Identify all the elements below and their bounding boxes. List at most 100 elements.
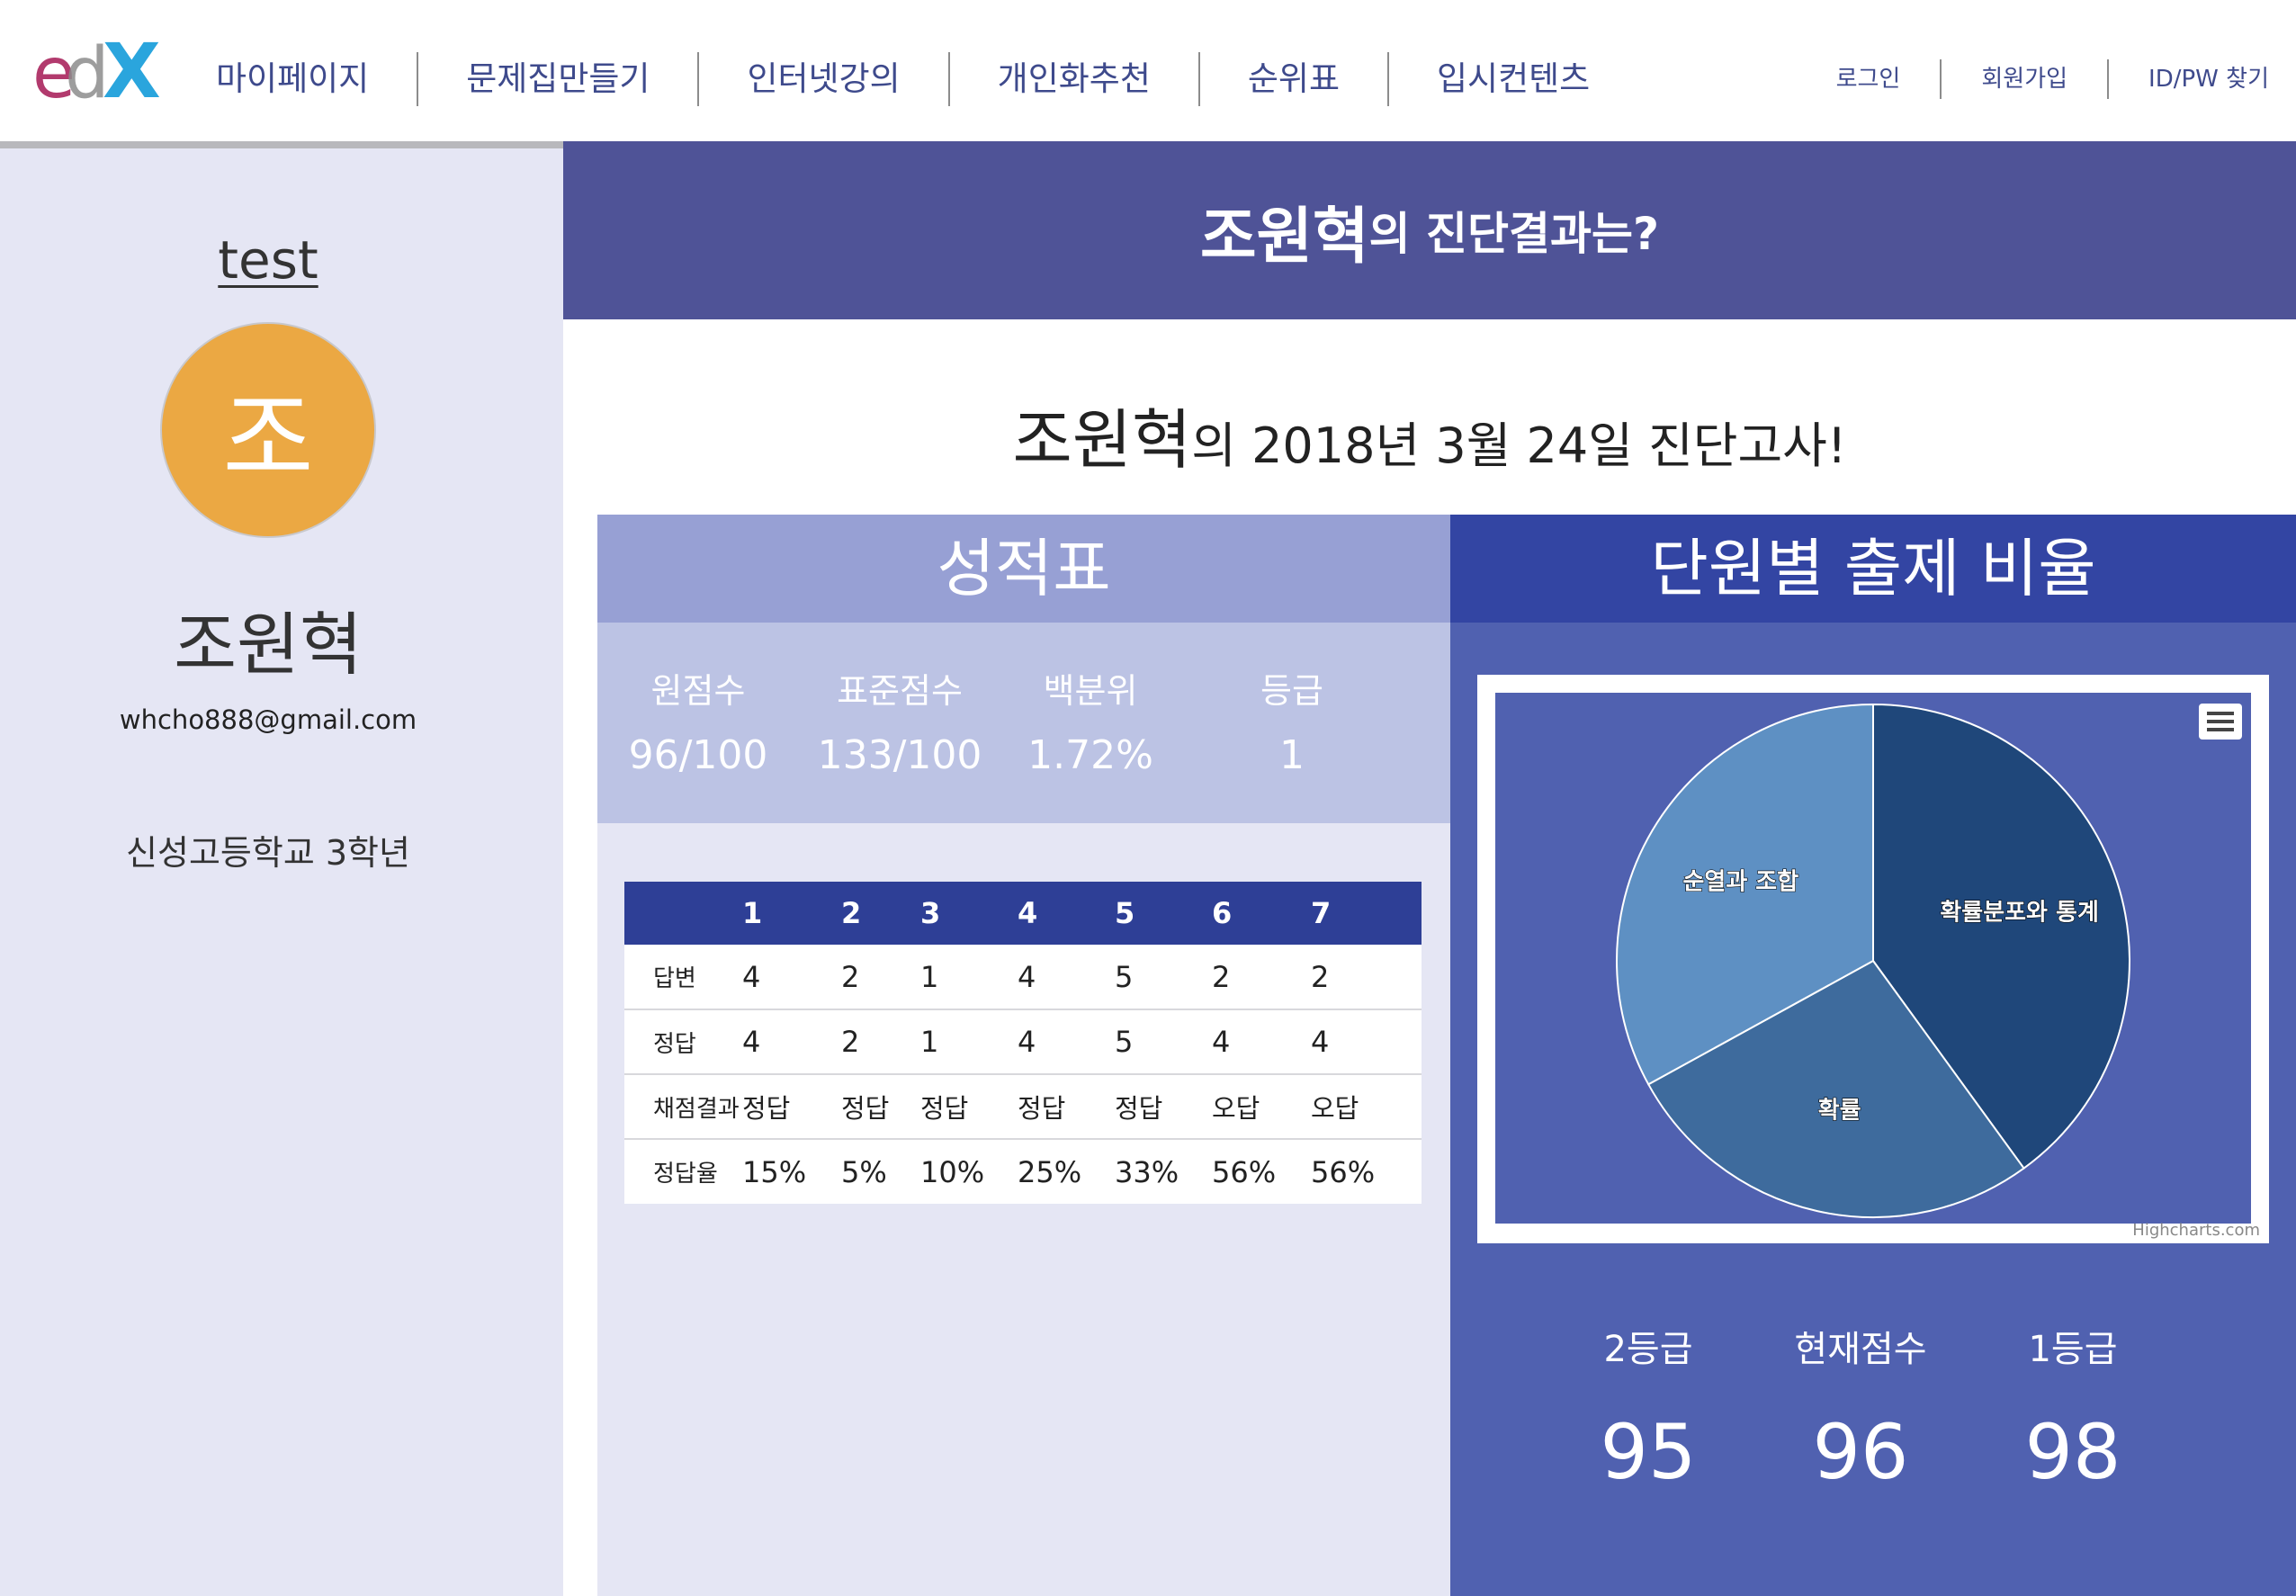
nav-item-ranking[interactable]: 순위표 xyxy=(1200,52,1389,106)
grade-1-cutoff: 1등급 98 xyxy=(1965,1320,2181,1496)
table-cell: 정답 xyxy=(1114,1074,1211,1140)
content-gutter xyxy=(563,319,597,1596)
table-cell: 2 xyxy=(840,945,919,1010)
main-nav: 마이페이지 문제집만들기 인터넷강의 개인화추천 순위표 입시컨텐츠 xyxy=(187,43,1637,115)
table-header-cell: 6 xyxy=(1211,882,1310,945)
table-header-cell: 7 xyxy=(1310,882,1422,945)
row-label: 답변 xyxy=(624,945,741,1010)
nav-item-make-problem-set[interactable]: 문제집만들기 xyxy=(418,52,700,106)
banner-student-name: 조원혁 xyxy=(1199,201,1369,273)
answer-table: 1 2 3 4 5 6 7 답변 4 2 1 4 5 2 2 정답 4 2 1 … xyxy=(624,882,1422,1204)
row-label: 채점결과 xyxy=(624,1074,741,1140)
table-header-cell: 5 xyxy=(1114,882,1211,945)
result-banner: 조원혁 의 진단결과는? xyxy=(563,141,2296,319)
table-cell: 10% xyxy=(920,1154,985,1189)
table-cell: 56% xyxy=(1311,1154,1376,1189)
pie-slice-label: 확률분포와 통계 xyxy=(1940,900,2099,927)
table-cell: 33% xyxy=(1115,1154,1179,1189)
menu-icon-bar xyxy=(2207,712,2234,715)
table-row: 답변 4 2 1 4 5 2 2 xyxy=(624,945,1422,1010)
grade-value: 98 xyxy=(2024,1408,2121,1496)
score-summary: 원점수 96/100 표준점수 133/100 백분위 1.72% 등급 1 xyxy=(597,623,1450,823)
table-cell: 1 xyxy=(919,945,1017,1010)
grade-value: 96 xyxy=(1812,1408,1909,1496)
table-cell: 정답 xyxy=(919,1074,1017,1140)
signup-link[interactable]: 회원가입 xyxy=(1942,59,2110,99)
summary-label: 백분위 xyxy=(1043,671,1138,711)
table-cell: 2 xyxy=(1310,945,1422,1010)
pie-slice-label: 순열과 조합 xyxy=(1682,868,1798,895)
summary-label: 등급 xyxy=(1260,671,1323,711)
edx-logo[interactable]: e d X xyxy=(32,32,167,113)
chart-panel-title: 단원별 출제 비율 xyxy=(1450,515,2296,623)
avatar: 조 xyxy=(160,322,376,538)
chart-credits-link[interactable]: Highcharts.com xyxy=(2132,1221,2260,1240)
grade-label: 현재점수 xyxy=(1794,1329,1927,1370)
table-cell: 정답 xyxy=(741,1074,840,1140)
table-header-cell: 3 xyxy=(919,882,1017,945)
scorecard-title: 성적표 xyxy=(597,515,1450,623)
table-cell: 2 xyxy=(840,1009,919,1075)
login-link[interactable]: 로그인 xyxy=(1797,59,1942,99)
summary-label: 원점수 xyxy=(650,671,746,711)
menu-icon-bar xyxy=(2207,728,2234,731)
table-row: 정답 4 2 1 4 5 4 4 xyxy=(624,1009,1422,1075)
top-header: e d X 마이페이지 문제집만들기 인터넷강의 개인화추천 순위표 입시컨텐츠… xyxy=(0,0,2296,141)
summary-label: 표준점수 xyxy=(837,671,963,711)
table-cell: 4 xyxy=(1310,1009,1422,1075)
chart-frame: 확률분포와 통계확률 순열과 조합 Highcharts.com xyxy=(1477,675,2269,1243)
profile-sidebar: test 조 조원혁 whcho888@gmail.com 신성고등학교 3학년 xyxy=(0,141,563,1596)
current-score: 현재점수 96 xyxy=(1753,1320,1969,1496)
avatar-initial: 조 xyxy=(222,381,314,497)
table-row: 채점결과 정답 정답 정답 정답 정답 오답 오답 xyxy=(624,1074,1422,1140)
row-label: 정답율 xyxy=(653,1161,718,1188)
table-cell: 오답 xyxy=(1310,1074,1422,1140)
nav-item-personal-recommend[interactable]: 개인화추천 xyxy=(950,52,1200,106)
nav-item-online-lecture[interactable]: 인터넷강의 xyxy=(699,52,950,106)
logo-x: X xyxy=(103,32,161,113)
chart-plot-area: 확률분포와 통계확률 순열과 조합 xyxy=(1495,693,2251,1224)
banner-title: 의 진단결과는? xyxy=(1368,208,1660,260)
table-cell: 4 xyxy=(1211,1009,1310,1075)
summary-value: 1 xyxy=(1279,732,1305,778)
summary-value: 96/100 xyxy=(628,732,768,778)
profile-name: 조원혁 xyxy=(174,605,363,685)
grade-value: 95 xyxy=(1600,1408,1697,1496)
table-cell: 5% xyxy=(841,1154,887,1189)
table-cell: 정답 xyxy=(840,1074,919,1140)
profile-username-link[interactable]: test xyxy=(0,229,536,291)
summary-value: 1.72% xyxy=(1027,732,1153,778)
scorecard-panel: 성적표 원점수 96/100 표준점수 133/100 백분위 1.72% 등급… xyxy=(597,515,1450,1596)
table-cell: 25% xyxy=(1018,1154,1082,1189)
table-header-cell xyxy=(624,882,741,945)
table-header-cell: 2 xyxy=(840,882,919,945)
table-cell: 15% xyxy=(742,1154,807,1189)
nav-item-admission-content[interactable]: 입시컨텐츠 xyxy=(1389,52,1637,106)
exam-title: 조원혁의 2018년 3월 24일 진단고사! xyxy=(563,387,2296,481)
exam-title-text: 의 2018년 3월 24일 진단고사! xyxy=(1191,417,1847,474)
table-cell: 4 xyxy=(1017,1009,1114,1075)
menu-icon-bar xyxy=(2207,720,2234,723)
table-cell: 정답 xyxy=(1017,1074,1114,1140)
table-row: 정답율 15% 5% 10% 25% 33% 56% 56% xyxy=(624,1139,1422,1204)
nav-item-mypage[interactable]: 마이페이지 xyxy=(187,52,419,106)
auth-links: 로그인 회원가입 ID/PW 찾기 xyxy=(1797,52,2296,106)
table-cell: 4 xyxy=(1017,945,1114,1010)
pie-chart: 확률분포와 통계확률 순열과 조합 xyxy=(1616,703,2130,1218)
profile-email: whcho888@gmail.com xyxy=(119,704,417,735)
table-header-cell: 1 xyxy=(741,882,840,945)
pie-slice-label: 확률 xyxy=(1818,1097,1861,1124)
table-header-cell: 4 xyxy=(1017,882,1114,945)
row-label: 정답 xyxy=(624,1009,741,1075)
grade-label: 1등급 xyxy=(2028,1329,2118,1370)
grade-2-cutoff: 2등급 95 xyxy=(1540,1320,1756,1496)
find-id-pw-link[interactable]: ID/PW 찾기 xyxy=(2109,59,2296,99)
chart-context-menu-button[interactable] xyxy=(2199,704,2242,740)
grade-label: 2등급 xyxy=(1603,1329,1693,1370)
summary-value: 133/100 xyxy=(817,732,982,778)
unit-ratio-panel: 단원별 출제 비율 확률분포와 통계확률 순열과 조합 Highcharts.co… xyxy=(1450,515,2296,1596)
exam-student-name: 조원혁 xyxy=(1012,402,1192,478)
table-cell: 1 xyxy=(919,1009,1017,1075)
table-cell: 56% xyxy=(1212,1154,1277,1189)
table-cell: 2 xyxy=(1211,945,1310,1010)
